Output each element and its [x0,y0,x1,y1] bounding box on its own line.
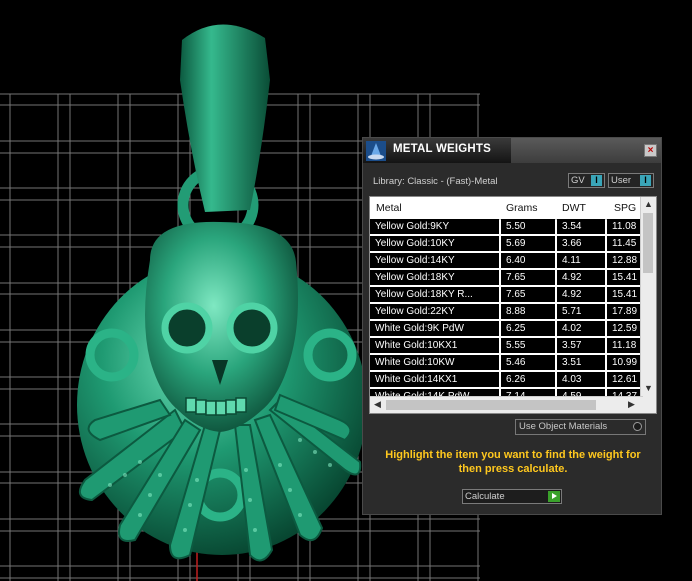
metal-cell: Yellow Gold:18KY R... [370,287,499,302]
dwt-cell: 4.92 [557,270,605,285]
table-body: Yellow Gold:9KY 5.50 3.54 11.08 Yellow Gold:… [370,219,647,406]
table-header: Metal Grams DWT SPG [370,197,642,220]
metal-cell: Yellow Gold:10KY [370,236,499,251]
column-header-metal[interactable]: Metal [376,202,402,214]
user-toggle[interactable]: User I [608,173,654,188]
table-row[interactable]: Yellow Gold:9KY 5.50 3.54 11.08 [370,219,647,236]
column-header-spg[interactable]: SPG [614,202,636,214]
table-row[interactable]: White Gold:10KW 5.46 3.51 10.99 [370,355,647,372]
metal-weights-dialog: METAL WEIGHTS × Library: Classic - (Fast… [362,137,662,515]
metal-cell: White Gold:9K PdW [370,321,499,336]
grams-cell: 5.55 [501,338,555,353]
gv-toggle-label: GV [571,175,585,186]
gv-toggle-knob: I [591,175,602,186]
horizontal-scrollbar[interactable]: ◀ ▶ [370,396,643,413]
table-row[interactable]: White Gold:14KX1 6.26 4.03 12.61 [370,372,647,389]
calculate-label: Calculate [465,491,505,502]
scrollbar-corner [641,397,656,413]
user-toggle-label: User [611,175,632,186]
dwt-cell: 3.51 [557,355,605,370]
column-header-grams[interactable]: Grams [506,202,538,214]
table-row[interactable]: Yellow Gold:10KY 5.69 3.66 11.45 [370,236,647,253]
vertical-scroll-thumb[interactable] [643,213,653,273]
metal-cell: Yellow Gold:22KY [370,304,499,319]
table-row[interactable]: Yellow Gold:14KY 6.40 4.11 12.88 [370,253,647,270]
grams-cell: 6.40 [501,253,555,268]
gv-toggle[interactable]: GV I [568,173,605,188]
use-object-materials-toggle[interactable]: Use Object Materials [515,419,646,435]
grams-cell: 6.26 [501,372,555,387]
metal-cell: Yellow Gold:9KY [370,219,499,234]
calculate-button[interactable]: Calculate [462,489,562,504]
column-header-dwt[interactable]: DWT [562,202,586,214]
table-row[interactable]: Yellow Gold:18KY R... 7.65 4.92 15.41 [370,287,647,304]
horizontal-scroll-thumb[interactable] [386,400,596,410]
metal-weights-table[interactable]: Metal Grams DWT SPG Yellow Gold:9KY 5.50 3… [369,196,657,414]
metal-cell: White Gold:14KX1 [370,372,499,387]
close-button[interactable]: × [644,144,657,157]
dwt-cell: 5.71 [557,304,605,319]
instruction-text: Highlight the item you want to find the … [385,449,641,475]
grams-cell: 8.88 [501,304,555,319]
use-object-materials-radio[interactable] [633,422,642,431]
dwt-cell: 3.57 [557,338,605,353]
dwt-cell: 4.03 [557,372,605,387]
scroll-down-icon[interactable]: ▼ [644,383,653,393]
user-toggle-knob: I [640,175,651,186]
library-label: Library: Classic - (Fast)-Metal [373,176,498,187]
scroll-right-icon[interactable]: ▶ [628,399,635,410]
play-icon [548,491,560,502]
metal-cell: White Gold:10KX1 [370,338,499,353]
table-row[interactable]: Yellow Gold:22KY 8.88 5.71 17.89 [370,304,647,321]
dwt-cell: 4.11 [557,253,605,268]
dwt-cell: 4.92 [557,287,605,302]
dwt-cell: 3.66 [557,236,605,251]
grams-cell: 7.65 [501,270,555,285]
app-wizard-icon [366,141,386,161]
dwt-cell: 4.02 [557,321,605,336]
metal-cell: White Gold:10KW [370,355,499,370]
table-row[interactable]: Yellow Gold:18KY 7.65 4.92 15.41 [370,270,647,287]
table-row[interactable]: White Gold:9K PdW 6.25 4.02 12.59 [370,321,647,338]
scroll-left-icon[interactable]: ◀ [374,399,381,410]
vertical-scrollbar[interactable]: ▲ ▼ [640,197,656,398]
table-row[interactable]: White Gold:10KX1 5.55 3.57 11.18 [370,338,647,355]
grams-cell: 6.25 [501,321,555,336]
dialog-title: METAL WEIGHTS [393,143,492,155]
grams-cell: 7.65 [501,287,555,302]
dwt-cell: 3.54 [557,219,605,234]
grams-cell: 5.46 [501,355,555,370]
dialog-titlebar[interactable]: METAL WEIGHTS × [363,138,661,163]
metal-cell: Yellow Gold:14KY [370,253,499,268]
use-object-materials-label: Use Object Materials [519,421,608,432]
scroll-up-icon[interactable]: ▲ [644,199,653,209]
grams-cell: 5.69 [501,236,555,251]
grams-cell: 5.50 [501,219,555,234]
metal-cell: Yellow Gold:18KY [370,270,499,285]
